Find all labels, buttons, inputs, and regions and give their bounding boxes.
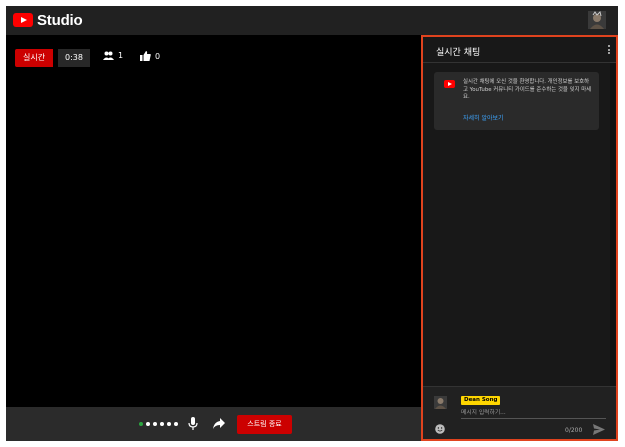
chat-message-input[interactable] <box>461 408 606 419</box>
like-count-value: 0 <box>155 51 161 61</box>
studio-logo[interactable]: Studio <box>13 11 83 29</box>
health-dot <box>146 422 150 426</box>
health-dot <box>174 422 178 426</box>
welcome-text: 실시간 채팅에 오신 것을 환영합니다. 개인정보를 보호하고 YouTube … <box>463 79 592 100</box>
account-avatar[interactable] <box>588 11 606 29</box>
more-vert-icon[interactable] <box>608 45 610 54</box>
people-icon <box>103 51 114 60</box>
health-dot <box>167 422 171 426</box>
end-stream-button[interactable]: 스트림 종료 <box>237 415 292 434</box>
share-arrow-icon[interactable] <box>212 416 226 430</box>
top-bar: Studio <box>6 6 618 35</box>
welcome-message: 실시간 채팅에 오신 것을 환영합니다. 개인정보를 보호하고 YouTube … <box>434 72 599 130</box>
health-dot <box>153 422 157 426</box>
studio-window: Studio 실시간 0:38 1 0 스트림 종료 실시간 채팅 실시간 채팅… <box>6 6 618 441</box>
like-count: 0 <box>140 51 160 61</box>
send-icon[interactable] <box>593 424 605 435</box>
chat-header: 실시간 채팅 <box>423 37 616 63</box>
youtube-icon <box>444 80 455 88</box>
video-preview: 실시간 0:38 1 0 <box>6 35 421 407</box>
youtube-play-icon <box>13 13 33 27</box>
live-badge: 실시간 <box>15 49 54 67</box>
learn-more-link[interactable]: 자세히 알아보기 <box>463 113 504 122</box>
chat-composer: Dean Song 0/200 <box>423 386 616 439</box>
chat-title: 실시간 채팅 <box>436 48 481 58</box>
elapsed-time: 0:38 <box>58 49 90 67</box>
emoji-icon[interactable] <box>435 424 445 434</box>
health-dot <box>160 422 164 426</box>
microphone-icon[interactable] <box>186 416 200 430</box>
stream-controls-bar: 스트림 종료 <box>6 407 421 441</box>
character-counter: 0/200 <box>565 427 583 434</box>
user-avatar <box>434 396 447 409</box>
stream-health-indicator <box>139 422 178 426</box>
viewer-count: 1 <box>103 51 123 60</box>
logo-text: Studio <box>37 11 83 29</box>
health-dot <box>139 422 143 426</box>
viewer-count-value: 1 <box>118 51 124 60</box>
live-chat-panel: 실시간 채팅 실시간 채팅에 오신 것을 환영합니다. 개인정보를 보호하고 Y… <box>421 35 618 441</box>
user-name-badge: Dean Song <box>461 396 501 405</box>
chat-scrollbar[interactable] <box>610 63 616 386</box>
thumbs-up-icon <box>140 51 151 61</box>
